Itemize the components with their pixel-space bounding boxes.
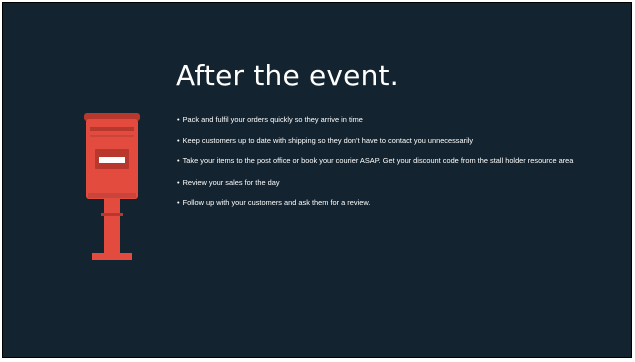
slide-title: After the event. [176,59,399,92]
bullet-list: • Pack and fulfil your orders quickly so … [177,115,617,219]
bullet-text: Follow up with your customers and ask th… [182,198,371,208]
bullet-glyph: • [177,198,180,208]
bullet-item: • Keep customers up to date with shipping… [177,136,617,145]
bullet-text: Take your items to the post office or bo… [182,156,574,166]
bullet-item: • Pack and fulfil your orders quickly so … [177,115,617,124]
bullet-glyph: • [177,156,180,166]
bullet-item: • Review your sales for the day [177,178,617,187]
bullet-item: • Take your items to the post office or b… [177,151,617,171]
slide: After the event. • Pack and fulfil your o… [2,2,632,358]
post-box-icon [84,113,140,260]
bullet-glyph: • [177,115,180,124]
bullet-text: Pack and fulfil your orders quickly so t… [182,115,363,124]
bullet-glyph: • [177,135,180,145]
bullet-item: • Follow up with your customers and ask t… [177,198,617,207]
bullet-text: Keep customers up to date with shipping … [182,135,474,145]
bullet-glyph: • [177,177,180,187]
bullet-text: Review your sales for the day [182,177,280,187]
